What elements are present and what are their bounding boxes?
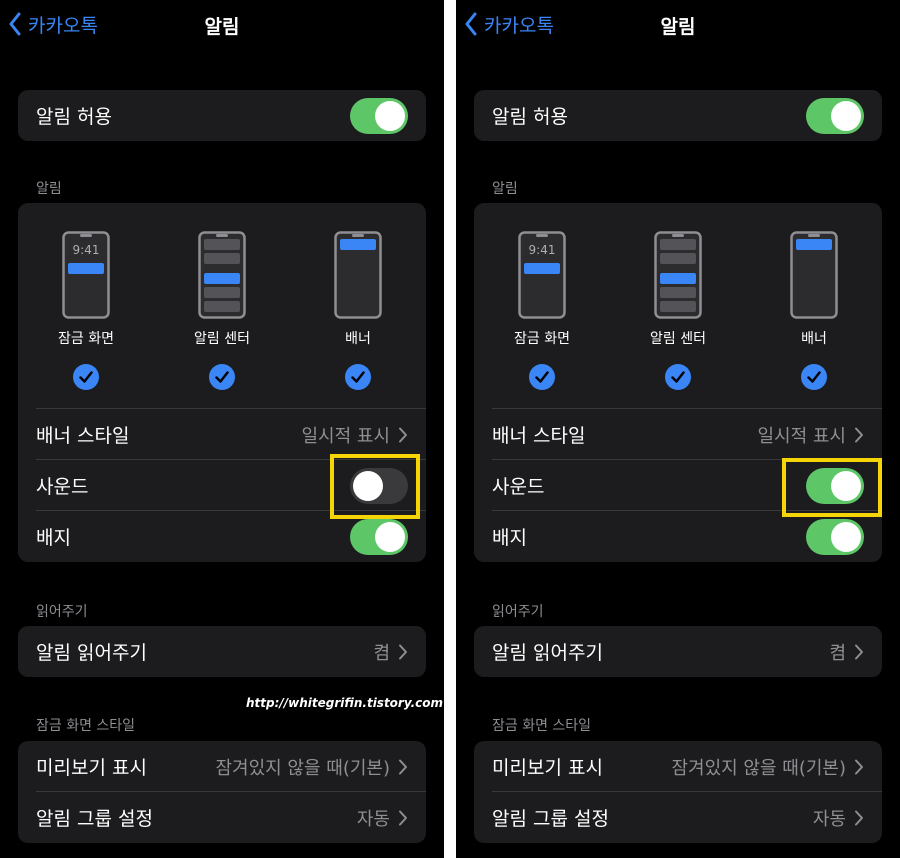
- chevron-right-icon: [855, 427, 863, 442]
- alert-styles: 9:41 잠금 화면 알림 센터 배너: [18, 203, 426, 408]
- style-banner-label: 배너: [801, 331, 827, 347]
- sound-label: 사운드: [36, 476, 89, 498]
- phone-notification-center-icon: [198, 231, 246, 319]
- announce-section-header: 읽어주기: [492, 604, 544, 620]
- announce-label: 알림 읽어주기: [36, 642, 147, 664]
- allow-group: 알림 허용: [18, 90, 426, 141]
- grouping-label: 알림 그룹 설정: [36, 808, 153, 830]
- nav-bar: 카카오톡 알림: [0, 0, 444, 50]
- style-notification-center-label: 알림 센터: [650, 331, 706, 347]
- phone-time: 9:41: [528, 243, 556, 257]
- phone-time: 9:41: [72, 243, 100, 257]
- grouping-row[interactable]: 알림 그룹 설정 자동: [474, 792, 882, 843]
- allow-notifications-row: 알림 허용: [18, 90, 426, 141]
- badge-row: 배지: [474, 511, 882, 562]
- banner-style-value: 일시적 표시: [301, 425, 390, 447]
- banner-style-row[interactable]: 배너 스타일 일시적 표시: [18, 409, 426, 460]
- phone-banner-icon: [334, 231, 382, 319]
- check-circle-icon: [529, 364, 555, 390]
- banner-style-label: 배너 스타일: [492, 425, 586, 447]
- style-notification-center[interactable]: 알림 센터: [167, 231, 277, 396]
- preview-label: 미리보기 표시: [36, 757, 147, 779]
- lock-screen-group: 미리보기 표시 잠겨있지 않을 때(기본) 알림 그룹 설정 자동: [474, 741, 882, 843]
- lock-screen-section-header: 잠금 화면 스타일: [36, 718, 136, 734]
- announce-group: 알림 읽어주기 켬: [18, 626, 426, 677]
- check-circle-icon: [209, 364, 235, 390]
- grouping-value: 자동: [356, 808, 390, 830]
- toggle-knob: [375, 521, 405, 552]
- page-title: 알림: [204, 16, 240, 38]
- style-lock-screen-label: 잠금 화면: [514, 331, 570, 347]
- style-banner-label: 배너: [345, 331, 371, 347]
- chevron-right-icon: [855, 810, 863, 825]
- announce-value: 켬: [829, 642, 846, 664]
- allow-notifications-toggle[interactable]: [806, 97, 864, 134]
- sound-toggle-highlight: [782, 458, 882, 517]
- chevron-right-icon: [855, 759, 863, 774]
- phone-banner-icon: [790, 231, 838, 319]
- preview-row[interactable]: 미리보기 표시 잠겨있지 않을 때(기본): [474, 741, 882, 792]
- style-lock-screen-label: 잠금 화면: [58, 331, 114, 347]
- style-notification-center-label: 알림 센터: [194, 331, 250, 347]
- allow-group: 알림 허용: [474, 90, 882, 141]
- preview-value: 잠겨있지 않을 때(기본): [215, 757, 390, 779]
- phone-notification-center-icon: [654, 231, 702, 319]
- alerts-section-header: 알림: [492, 181, 518, 197]
- style-lock-screen[interactable]: 9:41 잠금 화면: [487, 231, 597, 396]
- page-title: 알림: [660, 16, 696, 38]
- announce-label: 알림 읽어주기: [492, 642, 603, 664]
- badge-label: 배지: [492, 527, 527, 549]
- banner-style-value: 일시적 표시: [757, 425, 846, 447]
- badge-toggle[interactable]: [350, 518, 408, 555]
- chevron-right-icon: [399, 810, 407, 825]
- sound-label: 사운드: [492, 476, 545, 498]
- badge-label: 배지: [36, 527, 71, 549]
- chevron-right-icon: [399, 644, 407, 659]
- check-circle-icon: [73, 364, 99, 390]
- preview-value: 잠겨있지 않을 때(기본): [671, 757, 846, 779]
- style-banner[interactable]: 배너: [759, 231, 869, 396]
- announce-row[interactable]: 알림 읽어주기 켬: [474, 626, 882, 677]
- allow-notifications-row: 알림 허용: [474, 90, 882, 141]
- badge-toggle[interactable]: [806, 518, 864, 555]
- toggle-knob: [831, 100, 861, 131]
- check-circle-icon: [665, 364, 691, 390]
- toggle-knob: [375, 100, 405, 131]
- preview-label: 미리보기 표시: [492, 757, 603, 779]
- lock-screen-group: 미리보기 표시 잠겨있지 않을 때(기본) 알림 그룹 설정 자동: [18, 741, 426, 843]
- announce-section-header: 읽어주기: [36, 604, 88, 620]
- style-banner[interactable]: 배너: [303, 231, 413, 396]
- allow-notifications-label: 알림 허용: [36, 106, 112, 128]
- grouping-value: 자동: [812, 808, 846, 830]
- banner-style-label: 배너 스타일: [36, 425, 130, 447]
- chevron-right-icon: [855, 644, 863, 659]
- toggle-knob: [831, 521, 861, 552]
- settings-screen-after: 카카오톡 알림 알림 허용 알림 9:41 잠금 화면 알림 센터 배너 배너 …: [456, 0, 900, 858]
- alerts-section-header: 알림: [36, 181, 62, 197]
- alert-styles: 9:41 잠금 화면 알림 센터 배너: [474, 203, 882, 408]
- watermark: http://whitegrifin.tistory.com: [246, 696, 443, 710]
- grouping-row[interactable]: 알림 그룹 설정 자동: [18, 792, 426, 843]
- lock-screen-section-header: 잠금 화면 스타일: [492, 718, 592, 734]
- grouping-label: 알림 그룹 설정: [492, 808, 609, 830]
- sound-toggle-highlight: [330, 454, 420, 519]
- chevron-right-icon: [399, 427, 407, 442]
- settings-screen-before: 카카오톡 알림 알림 허용 알림 9:41 잠금 화면 알림 센터 배너 배너 …: [0, 0, 444, 858]
- announce-value: 켬: [373, 642, 390, 664]
- nav-bar: 카카오톡 알림: [456, 0, 900, 50]
- allow-notifications-label: 알림 허용: [492, 106, 568, 128]
- check-circle-icon: [801, 364, 827, 390]
- preview-row[interactable]: 미리보기 표시 잠겨있지 않을 때(기본): [18, 741, 426, 792]
- check-circle-icon: [345, 364, 371, 390]
- style-notification-center[interactable]: 알림 센터: [623, 231, 733, 396]
- style-lock-screen[interactable]: 9:41 잠금 화면: [31, 231, 141, 396]
- chevron-right-icon: [399, 759, 407, 774]
- announce-row[interactable]: 알림 읽어주기 켬: [18, 626, 426, 677]
- allow-notifications-toggle[interactable]: [350, 97, 408, 134]
- banner-style-row[interactable]: 배너 스타일 일시적 표시: [474, 409, 882, 460]
- announce-group: 알림 읽어주기 켬: [474, 626, 882, 677]
